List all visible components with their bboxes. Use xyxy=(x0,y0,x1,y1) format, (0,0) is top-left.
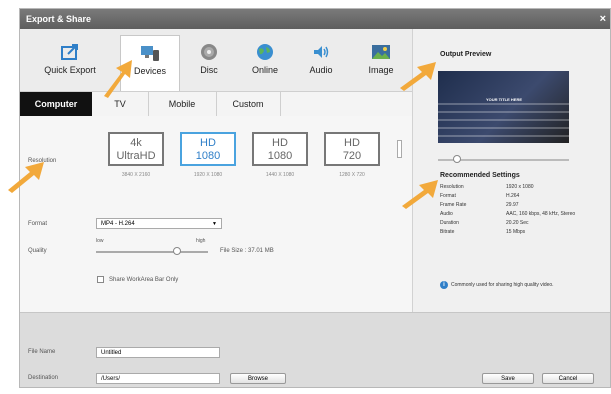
window-title: Export & Share xyxy=(26,14,92,24)
share-icon xyxy=(61,44,78,60)
tab-disc[interactable]: Disc xyxy=(188,35,230,93)
resolution-line1: HD xyxy=(344,137,360,149)
info-text: Commonly used for sharing high quality v… xyxy=(451,282,554,288)
image-icon xyxy=(372,45,390,59)
thumbnail-title-text: YOUR TITLE HERE xyxy=(486,97,523,102)
destination-label: Destination xyxy=(28,375,59,381)
rec-key: Audio xyxy=(440,211,453,217)
format-select[interactable]: MP4 - H.264 ▼ xyxy=(96,218,222,229)
rec-key: Resolution xyxy=(440,184,464,190)
resolution-hd-720[interactable]: HD 720 xyxy=(324,132,380,166)
info-icon: i xyxy=(440,281,448,289)
devices-icon xyxy=(141,46,159,61)
thumbnail-stair xyxy=(438,135,569,137)
file-name-label: File Name xyxy=(28,349,56,355)
close-icon[interactable]: × xyxy=(600,9,606,29)
resolution-line1: 4k xyxy=(130,137,142,149)
rec-key: Duration xyxy=(440,220,459,226)
output-preview-panel: Output Preview YOUR TITLE HERE Recommend… xyxy=(412,29,610,312)
resolution-scroll-handle[interactable] xyxy=(397,140,402,158)
cancel-button[interactable]: Cancel xyxy=(542,373,594,384)
tab-online[interactable]: Online xyxy=(242,35,288,93)
resolution-line2: 720 xyxy=(342,150,362,162)
resolution-4k-ultrahd[interactable]: 4k UltraHD xyxy=(108,132,164,166)
audio-icon xyxy=(314,46,329,58)
quality-high-label: high xyxy=(196,238,206,244)
resolution-line2: UltraHD xyxy=(116,150,156,162)
quality-low-label: low xyxy=(96,238,104,244)
browse-button[interactable]: Browse xyxy=(230,373,286,384)
title-bar: Export & Share × xyxy=(20,9,610,29)
tab-audio[interactable]: Audio xyxy=(298,35,344,93)
format-label: Format xyxy=(28,221,48,227)
quality-slider-knob[interactable] xyxy=(172,247,181,255)
rec-value: AAC, 160 kbps, 48 kHz, Stereo xyxy=(506,211,576,217)
tab-label: Image xyxy=(368,65,394,75)
tab-label: Quick Export xyxy=(44,65,96,75)
destination-input[interactable]: /Users/ xyxy=(96,373,220,384)
resolution-hd-1080-1440[interactable]: HD 1080 xyxy=(252,132,308,166)
rec-value: H.264 xyxy=(506,193,520,199)
rec-value: 20.20 Sec xyxy=(506,220,529,226)
resolution-line1: HD xyxy=(272,137,288,149)
file-name-input[interactable]: Untitled xyxy=(96,347,220,358)
preview-thumbnail: YOUR TITLE HERE xyxy=(438,71,569,143)
bottom-bar: File Name Untitled Destination /Users/ B… xyxy=(20,312,610,387)
quality-slider[interactable] xyxy=(96,247,208,255)
resolution-dims: 1440 X 1080 xyxy=(265,172,295,178)
resolution-dims: 3840 X 2160 xyxy=(121,172,151,178)
resolution-line1: HD xyxy=(200,137,216,149)
tab-label: Disc xyxy=(200,65,218,75)
annotation-arrow-recommended-icon xyxy=(402,180,438,209)
resolution-line2: 1080 xyxy=(195,150,221,162)
resolution-dims: 1920 X 1080 xyxy=(193,172,223,178)
device-subtabs: Computer TV Mobile Custom xyxy=(20,91,412,117)
resolution-dims: 1280 X 720 xyxy=(339,172,365,178)
thumbnail-stair xyxy=(438,111,569,113)
subtab-custom[interactable]: Custom xyxy=(216,92,281,116)
save-button[interactable]: Save xyxy=(482,373,534,384)
globe-icon xyxy=(257,44,273,60)
share-workarea-label: Share WorkArea Bar Only xyxy=(109,277,179,283)
subtab-computer[interactable]: Computer xyxy=(20,92,92,116)
share-workarea-checkbox[interactable] xyxy=(97,276,104,283)
annotation-arrow-preview-icon xyxy=(400,62,436,91)
rec-value: 29.97 xyxy=(506,202,519,208)
quality-label: Quality xyxy=(28,248,47,254)
rec-key: Bitrate xyxy=(440,229,455,235)
thumbnail-stair xyxy=(438,119,569,121)
tab-label: Online xyxy=(251,65,278,75)
thumbnail-stair xyxy=(438,127,569,129)
file-size: File Size : 37.01 MB xyxy=(220,248,274,254)
thumbnail-stair xyxy=(438,103,569,105)
format-value: MP4 - H.264 xyxy=(101,221,135,227)
tab-label: Audio xyxy=(309,65,333,75)
subtab-mobile[interactable]: Mobile xyxy=(148,92,217,116)
preview-scrubber-knob[interactable] xyxy=(453,155,461,163)
recommended-settings-title: Recommended Settings xyxy=(440,172,520,179)
category-tabs: Quick Export Devices Disc Online Audio I… xyxy=(20,35,412,93)
annotation-arrow-devices-icon xyxy=(104,60,132,98)
settings-panel: Resolution 4k UltraHD 3840 X 2160 HD 108… xyxy=(20,116,412,312)
rec-key: Format xyxy=(440,193,456,199)
chevron-down-icon: ▼ xyxy=(212,221,217,227)
resolution-hd-1080-1920[interactable]: HD 1080 xyxy=(180,132,236,166)
annotation-arrow-resolution-icon xyxy=(8,162,44,193)
rec-value: 15 Mbps xyxy=(506,229,526,235)
disc-icon xyxy=(201,44,217,60)
rec-value: 1920 x 1080 xyxy=(506,184,534,190)
preview-scrubber[interactable] xyxy=(438,155,569,163)
output-preview-title: Output Preview xyxy=(440,51,492,58)
rec-key: Frame Rate xyxy=(440,202,467,208)
tab-label: Devices xyxy=(133,66,166,76)
resolution-line2: 1080 xyxy=(267,150,293,162)
